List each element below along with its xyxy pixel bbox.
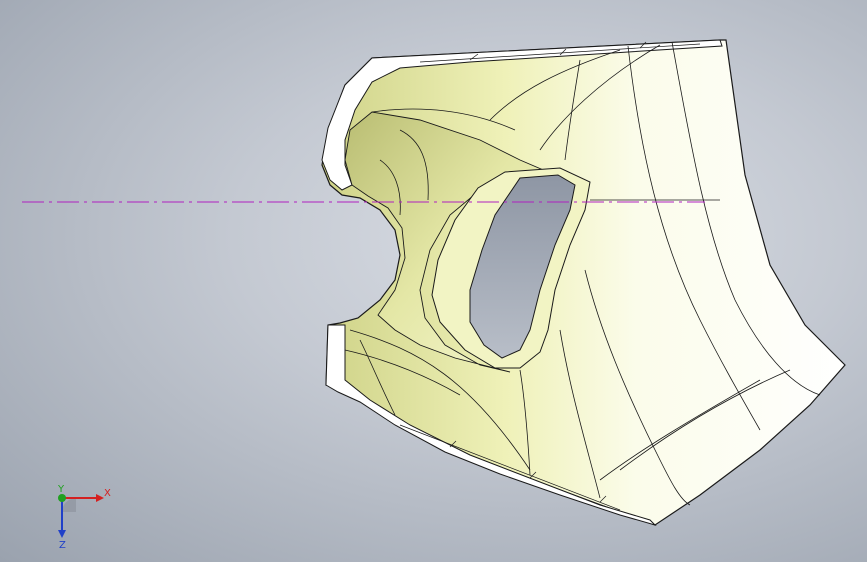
y-axis-label: Y <box>57 484 65 495</box>
x-axis-label: X <box>104 488 111 499</box>
z-axis-label: Z <box>59 540 66 551</box>
cad-viewport[interactable]: X Y Z <box>0 0 867 562</box>
y-axis-icon <box>58 494 66 502</box>
part-model[interactable] <box>0 0 867 562</box>
z-arrow-icon <box>58 530 66 538</box>
axis-triad[interactable]: X Y Z <box>40 478 120 558</box>
x-arrow-icon <box>96 494 104 502</box>
